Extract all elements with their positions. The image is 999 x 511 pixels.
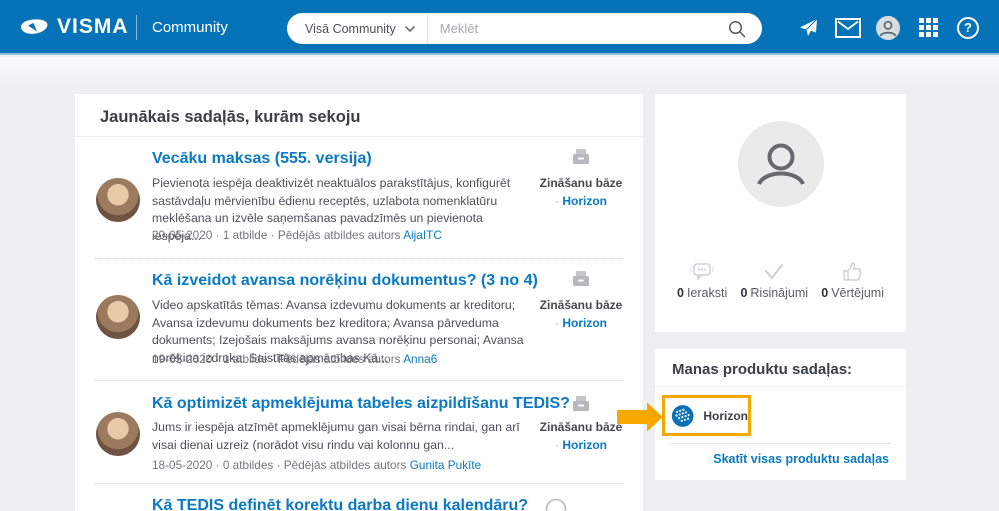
bullet: · <box>554 194 559 208</box>
profile-avatar-placeholder[interactable] <box>738 121 824 207</box>
category-product: · Horizon <box>515 316 647 330</box>
category-label: Zināšanu bāze <box>539 298 623 312</box>
post-meta-text: 18-05-2020 · 0 atbildes · Pēdējās atbild… <box>152 458 407 472</box>
posts-bubble-icon <box>690 263 714 281</box>
post-author-avatar[interactable] <box>96 178 140 222</box>
post-title-link[interactable]: Kā optimizēt apmeklējuma tabeles aizpild… <box>152 395 570 413</box>
search-input[interactable] <box>427 13 728 44</box>
stat-value: 0 <box>740 286 748 300</box>
help-glyph: ? <box>957 16 979 39</box>
stat-solutions: 0 Risinājumi <box>740 262 808 300</box>
brand-divider <box>136 15 137 40</box>
product-label: Horizon <box>703 408 748 423</box>
send-icon[interactable] <box>795 15 821 41</box>
product-item-horizon[interactable]: Horizon <box>662 395 751 436</box>
post-author-link[interactable]: AijaITC <box>403 228 442 242</box>
horizon-globe-icon <box>671 404 694 427</box>
post-excerpt: Jums ir iespēja atzīmēt apmeklējumu gan … <box>152 420 520 452</box>
post-meta-text: 19-05-2020 · 1 atbilde · Pēdējās atbilde… <box>152 352 401 366</box>
post-author-avatar[interactable] <box>96 295 140 339</box>
product-link[interactable]: Horizon <box>562 316 607 330</box>
item-separator <box>95 258 623 259</box>
knowledge-base-icon <box>573 149 589 164</box>
search-scope-dropdown[interactable]: Visā Community <box>287 13 427 44</box>
post-meta: 19-05-2020 · 1 atbilde · Pēdējās atbilde… <box>152 352 437 366</box>
profile-card: 0 Ieraksti 0 Risinājumi 0 Vērtējumi <box>655 94 906 332</box>
stat-label: Vērtējumi <box>831 286 884 300</box>
feed-heading: Jaunākais sadaļās, kurām sekoju <box>100 108 361 126</box>
visma-swoosh-icon <box>20 19 48 34</box>
see-all-products-link[interactable]: Skatīt visas produktu sadaļas <box>713 452 889 466</box>
item-separator <box>95 483 623 484</box>
post-meta: 18-05-2020 · 0 atbildes · Pēdējās atbild… <box>152 458 481 472</box>
post-title-link[interactable]: Kā TEDIS definēt korektu darba dienu kal… <box>152 497 528 511</box>
product-link[interactable]: Horizon <box>562 194 607 208</box>
post-meta: 20-05-2020 · 1 atbilde · Pēdējās atbilde… <box>152 228 442 242</box>
person-icon <box>757 143 805 186</box>
stat-ratings: 0 Vērtējumi <box>821 262 884 300</box>
category-icon-partial <box>545 498 567 511</box>
category-product: · Horizon <box>515 438 647 452</box>
community-title[interactable]: Community <box>152 19 228 36</box>
highlight-arrow-icon <box>617 402 663 432</box>
chevron-down-icon <box>404 25 415 32</box>
knowledge-base-icon <box>573 396 589 411</box>
my-products-heading: Manas produktu sadaļas: <box>672 361 853 378</box>
bullet: · <box>554 438 559 452</box>
product-link[interactable]: Horizon <box>562 438 607 452</box>
search-icon[interactable] <box>728 20 746 38</box>
post-author-avatar[interactable] <box>96 412 140 456</box>
profile-icon[interactable] <box>875 15 901 41</box>
stat-label: Ieraksti <box>686 286 728 300</box>
dotted-divider <box>670 443 891 444</box>
category-block <box>515 270 647 288</box>
category-label: Zināšanu bāze <box>539 176 623 190</box>
item-separator <box>95 380 623 381</box>
stat-posts: 0 Ieraksti <box>677 262 727 300</box>
bullet: · <box>554 316 559 330</box>
header-icon-group: ? <box>795 0 981 55</box>
stat-value: 0 <box>677 286 684 300</box>
post-author-link[interactable]: Anna6 <box>403 352 437 366</box>
checkmark-icon <box>765 264 784 279</box>
my-products-card: Manas produktu sadaļas: Horizon Skatīt v… <box>655 349 906 480</box>
visma-logo[interactable]: VISMA <box>57 15 129 39</box>
post-title-link[interactable]: Kā izveidot avansa norēķinu dokumentus? … <box>152 272 538 290</box>
apps-grid-icon[interactable] <box>915 15 941 41</box>
feed-card: Jaunākais sadaļās, kurām sekoju Vecāku m… <box>75 94 643 511</box>
thumbs-up-icon <box>842 262 861 281</box>
divider <box>655 386 906 387</box>
category-block <box>515 148 647 166</box>
help-icon[interactable]: ? <box>955 15 981 41</box>
category-product: · Horizon <box>515 194 647 208</box>
profile-stats: 0 Ieraksti 0 Risinājumi 0 Vērtējumi <box>655 262 906 300</box>
stat-value: 0 <box>821 286 829 300</box>
search-bar: Visā Community <box>287 13 762 44</box>
divider <box>75 136 643 137</box>
post-title-link[interactable]: Vecāku maksas (555. versija) <box>152 150 372 168</box>
search-scope-value: Visā Community <box>305 21 396 36</box>
knowledge-base-icon <box>573 271 589 286</box>
post-meta-text: 20-05-2020 · 1 atbilde · Pēdējās atbilde… <box>152 228 401 242</box>
page-background: Jaunākais sadaļās, kurām sekoju Vecāku m… <box>0 57 999 511</box>
stat-label: Risinājumi <box>750 286 809 300</box>
top-navbar: VISMA Community Visā Community Meklēt ? <box>0 0 999 55</box>
post-author-link[interactable]: Gunita Puķīte <box>410 458 481 472</box>
mail-icon[interactable] <box>835 15 861 41</box>
